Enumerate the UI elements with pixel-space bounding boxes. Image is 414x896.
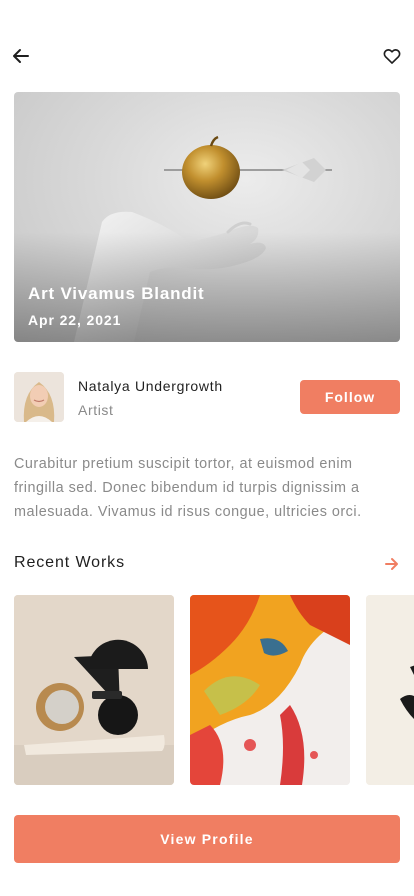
work-image bbox=[190, 595, 350, 785]
recent-works-header: Recent Works bbox=[14, 552, 400, 576]
artwork-title: Art Vivamus Blandit bbox=[28, 284, 205, 303]
avatar[interactable] bbox=[14, 372, 64, 422]
work-thumbnail[interactable] bbox=[190, 595, 350, 785]
work-image bbox=[366, 595, 414, 785]
artwork-date: Apr 22, 2021 bbox=[28, 312, 122, 328]
work-thumbnail[interactable] bbox=[366, 595, 414, 785]
artist-name: Natalya Undergrowth bbox=[78, 378, 223, 394]
work-image bbox=[14, 595, 174, 785]
back-button[interactable] bbox=[7, 42, 35, 70]
artist-avatar-image bbox=[14, 372, 64, 422]
artwork-description: Curabitur pretium suscipit tortor, at eu… bbox=[14, 456, 362, 520]
heart-outline-icon bbox=[383, 49, 401, 64]
artwork-hero[interactable]: Art Vivamus Blandit Apr 22, 2021 bbox=[14, 92, 400, 342]
top-bar bbox=[0, 40, 414, 72]
see-all-button[interactable] bbox=[382, 554, 402, 574]
recent-works-carousel[interactable] bbox=[14, 595, 414, 785]
artist-row: Natalya Undergrowth Artist Follow bbox=[14, 372, 400, 422]
arrow-right-icon bbox=[385, 558, 398, 570]
artist-role: Artist bbox=[78, 402, 114, 418]
view-profile-button[interactable]: View Profile bbox=[14, 815, 400, 863]
arrow-left-icon bbox=[13, 49, 29, 63]
follow-button[interactable]: Follow bbox=[300, 380, 400, 414]
section-title: Recent Works bbox=[14, 554, 125, 571]
favorite-button[interactable] bbox=[378, 42, 406, 70]
work-thumbnail[interactable] bbox=[14, 595, 174, 785]
